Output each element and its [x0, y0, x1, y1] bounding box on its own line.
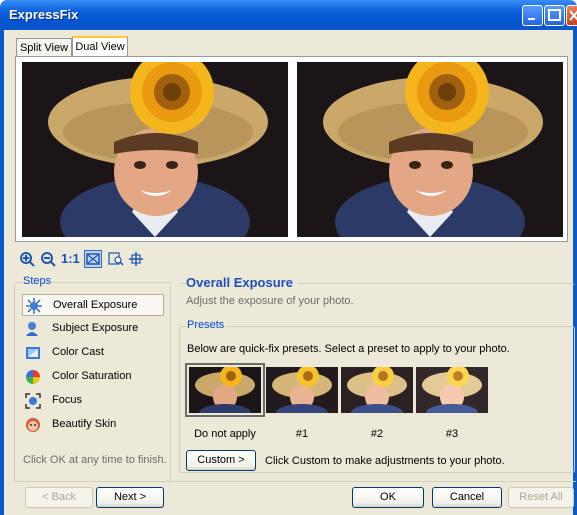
ok-button[interactable]: OK — [352, 487, 424, 508]
presets-group-label: Presets — [186, 319, 226, 331]
actual-size-button[interactable]: 1:1 — [61, 251, 80, 267]
step-overall-exposure[interactable]: Overall Exposure — [22, 294, 164, 316]
step-label: Subject Exposure — [52, 322, 139, 334]
window-frame-left — [0, 30, 4, 515]
step-beautify-skin[interactable]: Beautify Skin — [22, 414, 164, 436]
preset-label: Do not apply — [194, 428, 256, 440]
zoom-out-icon — [41, 252, 56, 267]
preset-2[interactable] — [341, 367, 413, 413]
section-title: Overall Exposure — [186, 275, 297, 290]
boy-with-sunflower-hat-image — [297, 62, 563, 237]
preset-label: #1 — [295, 428, 309, 440]
zoom-tool-button[interactable] — [108, 251, 124, 267]
subject-icon — [26, 322, 38, 336]
maximize-icon — [548, 9, 561, 21]
original-photo[interactable] — [22, 62, 288, 237]
step-label: Color Cast — [52, 346, 104, 358]
adjusted-photo[interactable] — [297, 62, 563, 237]
preset-thumbnail-image — [341, 367, 413, 413]
step-label: Color Saturation — [52, 370, 132, 382]
minimize-button[interactable] — [522, 5, 543, 26]
custom-hint: Click Custom to make adjustments to your… — [265, 455, 505, 467]
step-subject-exposure[interactable]: Subject Exposure — [22, 318, 164, 340]
minimize-icon — [528, 18, 535, 20]
step-label: Focus — [52, 394, 82, 406]
back-button[interactable]: < Back — [25, 487, 93, 508]
beautify-skin-icon — [26, 418, 40, 432]
footer-divider — [14, 481, 576, 482]
tab-split-view[interactable]: Split View — [16, 38, 72, 56]
window-title: ExpressFix — [9, 7, 79, 22]
preset-1[interactable] — [266, 367, 338, 413]
close-icon — [569, 10, 577, 21]
cancel-button[interactable]: Cancel — [432, 487, 502, 508]
title-bar[interactable]: ExpressFix — [0, 0, 577, 30]
tab-dual-view[interactable]: Dual View — [72, 36, 128, 57]
zoom-in-icon — [20, 252, 35, 267]
custom-button[interactable]: Custom > — [186, 450, 256, 471]
zoom-tool-icon — [108, 252, 124, 266]
pan-tool-button[interactable] — [128, 251, 144, 267]
preset-thumbnail-image — [189, 367, 261, 413]
fit-window-button[interactable] — [84, 250, 102, 268]
next-button[interactable]: Next > — [96, 487, 164, 508]
preset-thumbnail-image — [266, 367, 338, 413]
step-color-saturation[interactable]: Color Saturation — [22, 366, 164, 388]
step-focus[interactable]: Focus — [22, 390, 164, 412]
preset-3[interactable] — [416, 367, 488, 413]
fit-window-icon — [86, 253, 100, 265]
steps-hint: Click OK at any time to finish. — [23, 454, 167, 466]
preset-thumbnail-image — [416, 367, 488, 413]
preset-label: #2 — [370, 428, 384, 440]
step-label: Overall Exposure — [53, 299, 138, 311]
boy-with-sunflower-hat-image — [22, 62, 288, 237]
step-label: Beautify Skin — [52, 418, 117, 430]
focus-icon — [25, 393, 41, 409]
saturation-icon — [26, 370, 40, 384]
color-cast-icon — [26, 347, 40, 359]
reset-all-button[interactable]: Reset All — [508, 487, 574, 508]
maximize-button[interactable] — [544, 5, 565, 26]
dual-view-panel — [15, 56, 568, 242]
zoom-out-button[interactable] — [40, 251, 56, 267]
step-color-cast[interactable]: Color Cast — [22, 342, 164, 364]
expressfix-window: ExpressFix Split View Dual View 1:1 Step… — [0, 0, 577, 515]
preset-label: #3 — [445, 428, 459, 440]
presets-description: Below are quick-fix presets. Select a pr… — [187, 343, 510, 355]
pan-tool-icon — [129, 252, 143, 266]
exposure-icon — [26, 298, 42, 314]
zoom-in-button[interactable] — [19, 251, 35, 267]
close-button[interactable] — [566, 5, 577, 26]
steps-group-label: Steps — [22, 275, 53, 287]
preset-do-not-apply[interactable] — [185, 363, 265, 417]
section-description: Adjust the exposure of your photo. — [186, 295, 354, 307]
